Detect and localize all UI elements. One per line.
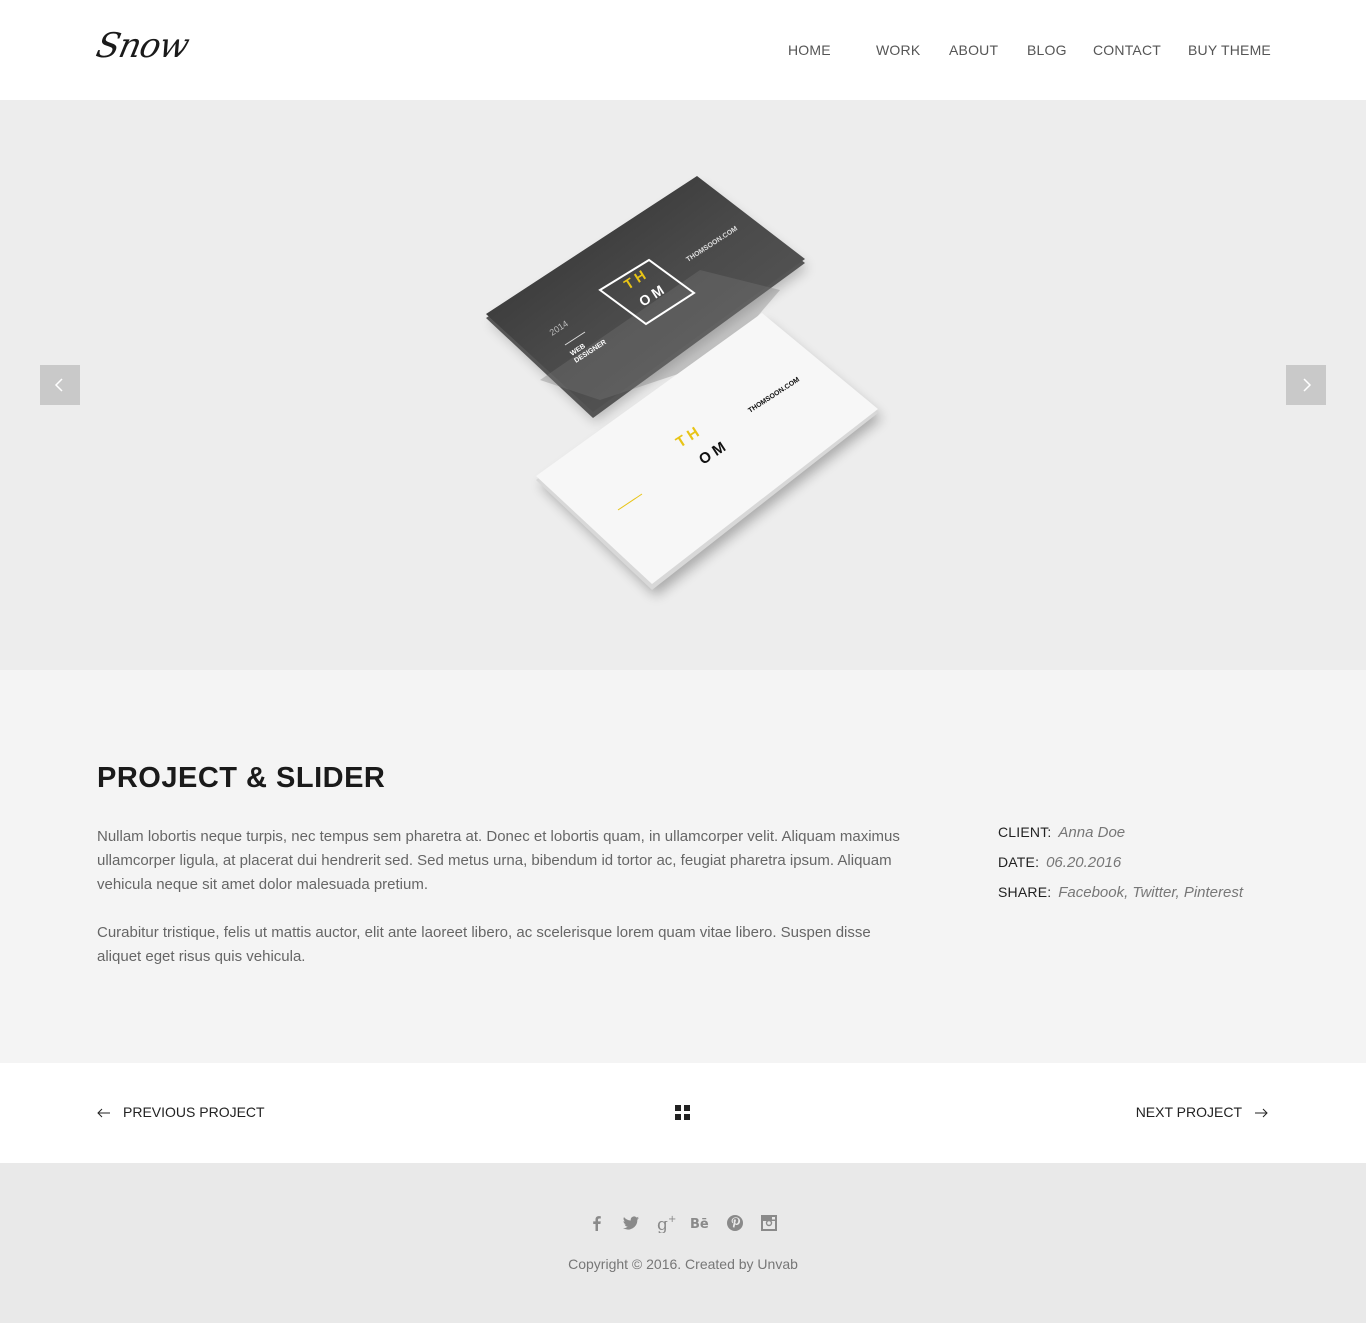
svg-text:Bē: Bē (690, 1217, 709, 1232)
meta-date: DATE: 06.20.2016 (998, 854, 1243, 884)
meta-client: CLIENT: Anna Doe (998, 824, 1243, 854)
slider-prev-button[interactable] (40, 365, 80, 405)
meta-client-label: CLIENT: (998, 824, 1052, 840)
site-header: Snow HOME WORK ABOUT BLOG CONTACT BUY TH… (0, 0, 1366, 100)
project-meta: CLIENT: Anna Doe DATE: 06.20.2016 SHARE:… (998, 824, 1243, 914)
nav-buy-theme[interactable]: BUY THEME (1188, 42, 1271, 58)
twitter-icon[interactable] (621, 1213, 641, 1233)
previous-project-label: PREVIOUS PROJECT (123, 1104, 265, 1120)
arrow-right-icon (1255, 1108, 1268, 1118)
copyright-text: Copyright © 2016. Created by Unvab (568, 1256, 798, 1272)
instagram-icon[interactable] (759, 1213, 779, 1233)
next-project-link[interactable]: NEXT PROJECT (1136, 1104, 1268, 1120)
meta-share: SHARE: Facebook, Twitter, Pinterest (998, 884, 1243, 914)
next-project-label: NEXT PROJECT (1135, 1104, 1242, 1120)
facebook-icon[interactable] (587, 1213, 607, 1233)
svg-text:g: g (657, 1215, 668, 1233)
project-description: Nullam lobortis neque turpis, nec tempus… (97, 825, 907, 993)
grid-icon[interactable] (675, 1105, 691, 1121)
project-paragraph-2: Curabitur tristique, felis ut mattis auc… (97, 924, 871, 965)
slider-next-button[interactable] (1286, 365, 1326, 405)
svg-text:+: + (668, 1214, 676, 1225)
previous-project-link[interactable]: PREVIOUS PROJECT (97, 1104, 265, 1120)
nav-work[interactable]: WORK (876, 42, 920, 58)
pinterest-icon[interactable] (725, 1213, 745, 1233)
project-navigation: PREVIOUS PROJECT NEXT PROJECT (0, 1063, 1366, 1163)
project-title: PROJECT & SLIDER (97, 762, 386, 794)
meta-share-label: SHARE: (998, 884, 1052, 900)
arrow-left-icon (97, 1108, 110, 1118)
nav-about[interactable]: ABOUT (949, 42, 998, 58)
meta-date-label: DATE: (998, 854, 1040, 870)
chevron-right-icon (1303, 378, 1312, 392)
meta-date-value: 06.20.2016 (1046, 854, 1122, 871)
slide-image-business-cards: T H O M THOMSOON.COM 2014 WEB DESIGNER T… (486, 176, 882, 596)
meta-client-value: Anna Doe (1058, 824, 1126, 841)
site-logo[interactable]: Snow (93, 26, 192, 66)
meta-share-links[interactable]: Facebook, Twitter, Pinterest (1058, 884, 1243, 901)
site-footer: g + Bē Copyright © 2016. Created by Unvab (0, 1163, 1366, 1323)
project-slider: T H O M THOMSOON.COM 2014 WEB DESIGNER T… (0, 100, 1366, 670)
project-paragraph-1: Nullam lobortis neque turpis, nec tempus… (97, 828, 900, 893)
nav-contact[interactable]: CONTACT (1093, 42, 1161, 58)
social-links: g + Bē (0, 1213, 1366, 1233)
nav-home[interactable]: HOME (788, 42, 831, 58)
chevron-left-icon (54, 378, 63, 392)
google-plus-icon[interactable]: g + (656, 1213, 676, 1233)
behance-icon[interactable]: Bē (690, 1213, 710, 1233)
project-details: PROJECT & SLIDER Nullam lobortis neque t… (0, 670, 1366, 1063)
nav-blog[interactable]: BLOG (1027, 42, 1067, 58)
